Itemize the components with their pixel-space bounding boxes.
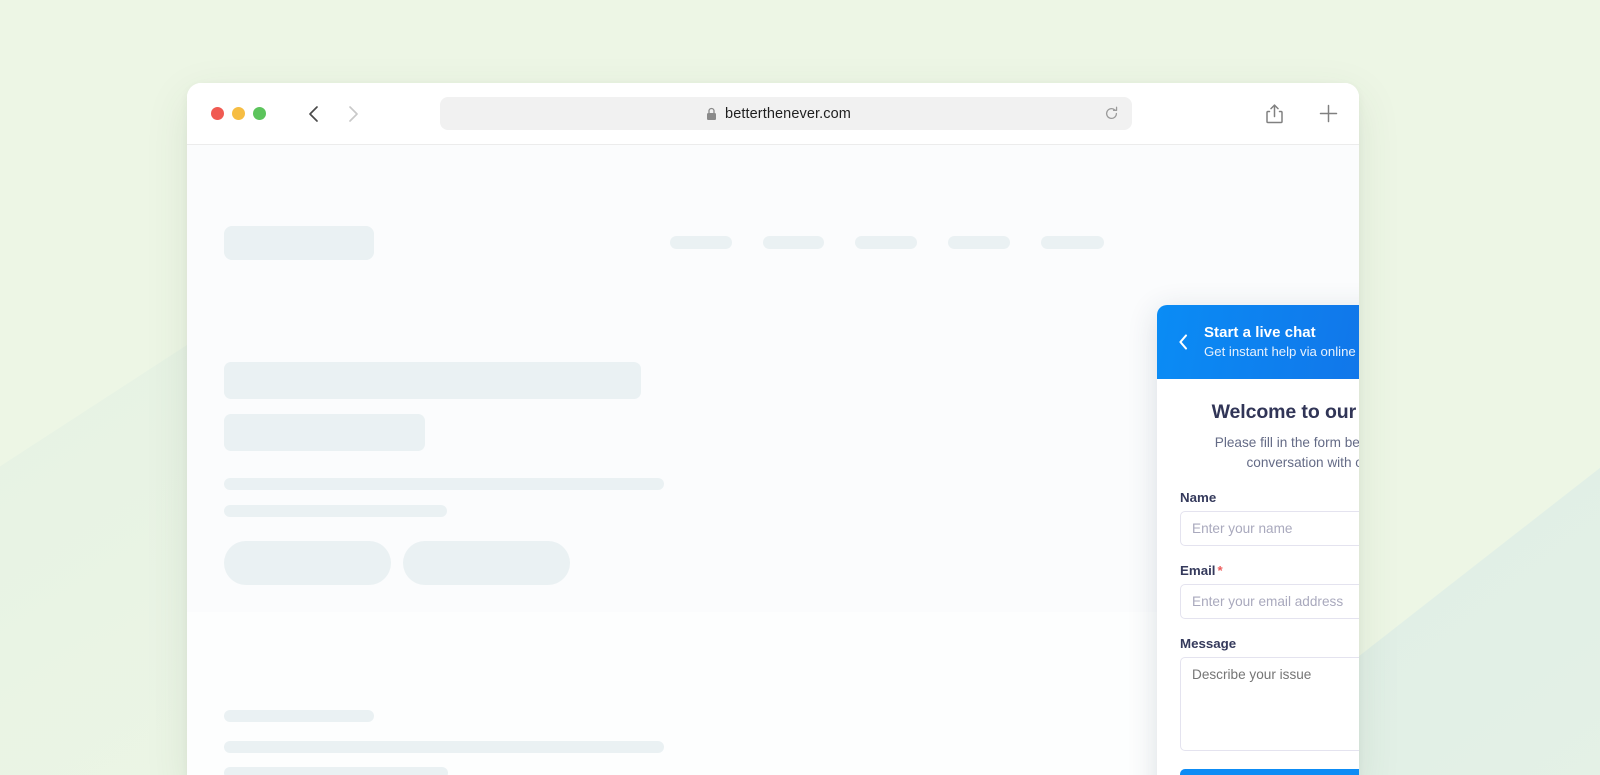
nav-item-placeholder[interactable] [763, 236, 824, 249]
nav-item-placeholder[interactable] [948, 236, 1010, 249]
reload-icon[interactable] [1104, 106, 1119, 121]
navigation-buttons [300, 101, 366, 127]
email-field-group: Email * [1180, 563, 1359, 619]
chat-widget-header: Start a live chat Get instant help via o… [1157, 305, 1359, 379]
required-marker: * [1217, 562, 1223, 578]
minimize-window-button[interactable] [232, 107, 245, 120]
message-label-text: Message [1180, 635, 1237, 651]
live-chat-widget: Start a live chat Get instant help via o… [1157, 305, 1359, 775]
cta-button-placeholder[interactable] [403, 541, 570, 585]
name-field-group: Name [1180, 490, 1359, 546]
browser-actions [1265, 103, 1339, 125]
nav-item-placeholder[interactable] [670, 236, 732, 249]
close-window-button[interactable] [211, 107, 224, 120]
back-button[interactable] [300, 101, 326, 127]
new-tab-icon [1319, 104, 1338, 123]
new-tab-button[interactable] [1318, 103, 1339, 124]
chevron-right-icon [348, 105, 358, 122]
headline-placeholder [224, 362, 641, 399]
email-input[interactable] [1180, 583, 1359, 619]
lock-icon [707, 107, 717, 120]
site-logo-placeholder [224, 226, 374, 260]
chevron-left-icon [1178, 334, 1187, 350]
chat-header-titles: Start a live chat Get instant help via o… [1204, 323, 1359, 362]
text-line-placeholder [224, 767, 448, 775]
address-bar-url: betterthenever.com [725, 105, 851, 122]
cta-button-placeholder[interactable] [224, 541, 391, 585]
text-line-placeholder [224, 741, 664, 753]
nav-item-placeholder[interactable] [855, 236, 917, 249]
welcome-heading: Welcome to our Live chat! [1211, 401, 1359, 423]
subheadline-placeholder [224, 414, 425, 451]
maximize-window-button[interactable] [253, 107, 266, 120]
name-label: Name [1180, 490, 1359, 505]
window-controls [211, 107, 266, 120]
address-bar-content: betterthenever.com [453, 106, 1104, 122]
share-icon [1266, 103, 1283, 123]
section-title-placeholder [224, 710, 374, 722]
browser-toolbar: betterthenever.com [187, 83, 1359, 145]
message-input[interactable] [1180, 656, 1359, 751]
name-input[interactable] [1180, 510, 1359, 546]
chevron-left-icon [308, 105, 318, 122]
text-line-placeholder [224, 478, 664, 490]
browser-window: betterthenever.com Start a live chat Get… [187, 83, 1359, 775]
start-chat-button[interactable]: Start chat [1180, 768, 1359, 775]
message-label: Message [1180, 636, 1359, 651]
name-label-text: Name [1180, 489, 1217, 505]
email-label: Email * [1180, 563, 1359, 578]
message-field-group: Message [1180, 636, 1359, 751]
email-label-text: Email [1180, 562, 1216, 578]
chat-widget-body: Welcome to our Live chat! Please fill in… [1157, 379, 1359, 775]
nav-item-placeholder[interactable] [1041, 236, 1104, 249]
share-button[interactable] [1265, 103, 1284, 125]
message-input-wrapper [1180, 656, 1359, 751]
chat-widget-title: Start a live chat [1204, 323, 1316, 341]
text-line-placeholder [224, 505, 447, 517]
forward-button[interactable] [340, 101, 366, 127]
chat-back-button[interactable] [1170, 329, 1196, 355]
address-bar[interactable]: betterthenever.com [440, 97, 1132, 130]
chat-widget-subtitle: Get instant help via online chat [1204, 344, 1359, 359]
welcome-subtext: Please fill in the form below to start t… [1214, 435, 1359, 470]
site-nav-placeholder [670, 236, 1104, 249]
